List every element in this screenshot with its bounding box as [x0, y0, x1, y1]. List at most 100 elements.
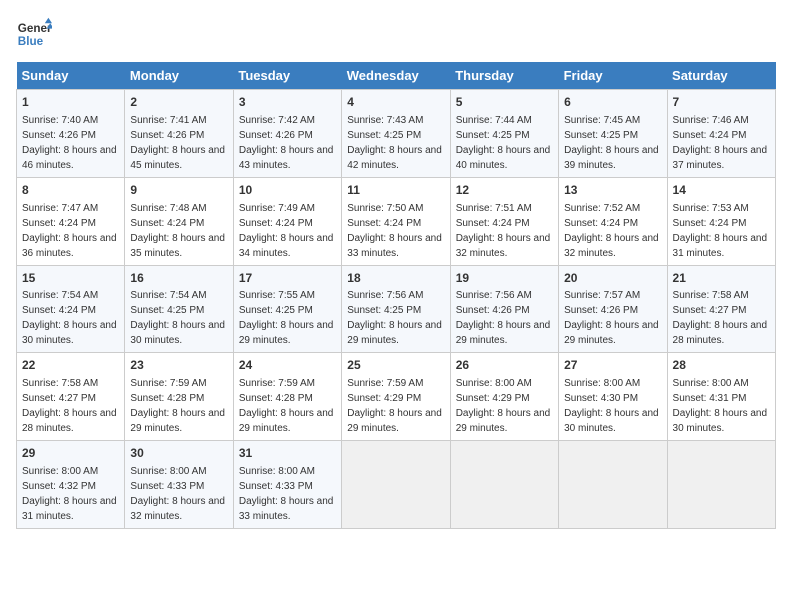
header-friday: Friday: [559, 62, 667, 90]
calendar-table: SundayMondayTuesdayWednesdayThursdayFrid…: [16, 62, 776, 529]
day-info: Sunrise: 8:00 AMSunset: 4:31 PMDaylight:…: [673, 378, 768, 434]
day-cell: 25 Sunrise: 7:59 AMSunset: 4:29 PMDaylig…: [342, 353, 450, 441]
day-info: Sunrise: 7:59 AMSunset: 4:28 PMDaylight:…: [130, 378, 225, 434]
day-info: Sunrise: 8:00 AMSunset: 4:30 PMDaylight:…: [564, 378, 659, 434]
day-number: 1: [22, 94, 119, 111]
day-cell: 22 Sunrise: 7:58 AMSunset: 4:27 PMDaylig…: [17, 353, 125, 441]
day-cell: 9 Sunrise: 7:48 AMSunset: 4:24 PMDayligh…: [125, 177, 233, 265]
day-cell: 8 Sunrise: 7:47 AMSunset: 4:24 PMDayligh…: [17, 177, 125, 265]
day-info: Sunrise: 7:57 AMSunset: 4:26 PMDaylight:…: [564, 290, 659, 346]
day-number: 28: [673, 357, 770, 374]
day-number: 14: [673, 182, 770, 199]
day-info: Sunrise: 7:42 AMSunset: 4:26 PMDaylight:…: [239, 115, 334, 171]
day-info: Sunrise: 8:00 AMSunset: 4:33 PMDaylight:…: [239, 466, 334, 522]
day-number: 29: [22, 445, 119, 462]
day-info: Sunrise: 7:45 AMSunset: 4:25 PMDaylight:…: [564, 115, 659, 171]
day-cell: 29 Sunrise: 8:00 AMSunset: 4:32 PMDaylig…: [17, 441, 125, 529]
day-cell: 17 Sunrise: 7:55 AMSunset: 4:25 PMDaylig…: [233, 265, 341, 353]
day-info: Sunrise: 7:56 AMSunset: 4:26 PMDaylight:…: [456, 290, 551, 346]
day-info: Sunrise: 7:59 AMSunset: 4:28 PMDaylight:…: [239, 378, 334, 434]
day-info: Sunrise: 8:00 AMSunset: 4:29 PMDaylight:…: [456, 378, 551, 434]
day-number: 2: [130, 94, 227, 111]
svg-text:Blue: Blue: [18, 35, 44, 48]
day-cell: 4 Sunrise: 7:43 AMSunset: 4:25 PMDayligh…: [342, 90, 450, 178]
day-cell: 2 Sunrise: 7:41 AMSunset: 4:26 PMDayligh…: [125, 90, 233, 178]
day-info: Sunrise: 7:56 AMSunset: 4:25 PMDaylight:…: [347, 290, 442, 346]
day-number: 22: [22, 357, 119, 374]
header-wednesday: Wednesday: [342, 62, 450, 90]
day-number: 13: [564, 182, 661, 199]
day-cell: 16 Sunrise: 7:54 AMSunset: 4:25 PMDaylig…: [125, 265, 233, 353]
day-info: Sunrise: 7:50 AMSunset: 4:24 PMDaylight:…: [347, 203, 442, 259]
week-row-4: 22 Sunrise: 7:58 AMSunset: 4:27 PMDaylig…: [17, 353, 776, 441]
day-info: Sunrise: 8:00 AMSunset: 4:32 PMDaylight:…: [22, 466, 117, 522]
day-number: 30: [130, 445, 227, 462]
day-info: Sunrise: 7:58 AMSunset: 4:27 PMDaylight:…: [673, 290, 768, 346]
day-number: 20: [564, 270, 661, 287]
day-cell: 11 Sunrise: 7:50 AMSunset: 4:24 PMDaylig…: [342, 177, 450, 265]
day-cell: 19 Sunrise: 7:56 AMSunset: 4:26 PMDaylig…: [450, 265, 558, 353]
day-cell: 26 Sunrise: 8:00 AMSunset: 4:29 PMDaylig…: [450, 353, 558, 441]
day-number: 16: [130, 270, 227, 287]
week-row-5: 29 Sunrise: 8:00 AMSunset: 4:32 PMDaylig…: [17, 441, 776, 529]
day-number: 3: [239, 94, 336, 111]
day-cell: 3 Sunrise: 7:42 AMSunset: 4:26 PMDayligh…: [233, 90, 341, 178]
day-cell: 10 Sunrise: 7:49 AMSunset: 4:24 PMDaylig…: [233, 177, 341, 265]
day-cell: 5 Sunrise: 7:44 AMSunset: 4:25 PMDayligh…: [450, 90, 558, 178]
day-info: Sunrise: 7:48 AMSunset: 4:24 PMDaylight:…: [130, 203, 225, 259]
day-number: 11: [347, 182, 444, 199]
day-number: 21: [673, 270, 770, 287]
day-number: 24: [239, 357, 336, 374]
day-info: Sunrise: 7:40 AMSunset: 4:26 PMDaylight:…: [22, 115, 117, 171]
day-number: 6: [564, 94, 661, 111]
day-cell: 1 Sunrise: 7:40 AMSunset: 4:26 PMDayligh…: [17, 90, 125, 178]
day-cell: 23 Sunrise: 7:59 AMSunset: 4:28 PMDaylig…: [125, 353, 233, 441]
day-info: Sunrise: 7:47 AMSunset: 4:24 PMDaylight:…: [22, 203, 117, 259]
calendar-header-row: SundayMondayTuesdayWednesdayThursdayFrid…: [17, 62, 776, 90]
day-number: 25: [347, 357, 444, 374]
day-number: 8: [22, 182, 119, 199]
day-info: Sunrise: 7:54 AMSunset: 4:24 PMDaylight:…: [22, 290, 117, 346]
day-number: 26: [456, 357, 553, 374]
day-number: 17: [239, 270, 336, 287]
day-info: Sunrise: 7:46 AMSunset: 4:24 PMDaylight:…: [673, 115, 768, 171]
day-cell: [559, 441, 667, 529]
day-info: Sunrise: 7:53 AMSunset: 4:24 PMDaylight:…: [673, 203, 768, 259]
week-row-1: 1 Sunrise: 7:40 AMSunset: 4:26 PMDayligh…: [17, 90, 776, 178]
day-number: 9: [130, 182, 227, 199]
day-info: Sunrise: 7:41 AMSunset: 4:26 PMDaylight:…: [130, 115, 225, 171]
header: General Blue: [16, 16, 776, 52]
day-number: 4: [347, 94, 444, 111]
day-info: Sunrise: 7:58 AMSunset: 4:27 PMDaylight:…: [22, 378, 117, 434]
day-number: 27: [564, 357, 661, 374]
day-cell: 13 Sunrise: 7:52 AMSunset: 4:24 PMDaylig…: [559, 177, 667, 265]
header-sunday: Sunday: [17, 62, 125, 90]
day-cell: 15 Sunrise: 7:54 AMSunset: 4:24 PMDaylig…: [17, 265, 125, 353]
day-cell: 6 Sunrise: 7:45 AMSunset: 4:25 PMDayligh…: [559, 90, 667, 178]
header-monday: Monday: [125, 62, 233, 90]
day-cell: 31 Sunrise: 8:00 AMSunset: 4:33 PMDaylig…: [233, 441, 341, 529]
day-cell: 12 Sunrise: 7:51 AMSunset: 4:24 PMDaylig…: [450, 177, 558, 265]
svg-text:General: General: [18, 22, 52, 35]
day-number: 19: [456, 270, 553, 287]
day-cell: [342, 441, 450, 529]
day-number: 31: [239, 445, 336, 462]
day-number: 5: [456, 94, 553, 111]
day-info: Sunrise: 7:49 AMSunset: 4:24 PMDaylight:…: [239, 203, 334, 259]
day-info: Sunrise: 7:59 AMSunset: 4:29 PMDaylight:…: [347, 378, 442, 434]
day-cell: 14 Sunrise: 7:53 AMSunset: 4:24 PMDaylig…: [667, 177, 775, 265]
week-row-3: 15 Sunrise: 7:54 AMSunset: 4:24 PMDaylig…: [17, 265, 776, 353]
day-cell: 21 Sunrise: 7:58 AMSunset: 4:27 PMDaylig…: [667, 265, 775, 353]
day-cell: 28 Sunrise: 8:00 AMSunset: 4:31 PMDaylig…: [667, 353, 775, 441]
day-cell: [667, 441, 775, 529]
day-number: 23: [130, 357, 227, 374]
day-number: 18: [347, 270, 444, 287]
day-info: Sunrise: 7:55 AMSunset: 4:25 PMDaylight:…: [239, 290, 334, 346]
day-cell: [450, 441, 558, 529]
day-cell: 7 Sunrise: 7:46 AMSunset: 4:24 PMDayligh…: [667, 90, 775, 178]
day-info: Sunrise: 7:43 AMSunset: 4:25 PMDaylight:…: [347, 115, 442, 171]
day-number: 15: [22, 270, 119, 287]
day-info: Sunrise: 7:52 AMSunset: 4:24 PMDaylight:…: [564, 203, 659, 259]
day-info: Sunrise: 8:00 AMSunset: 4:33 PMDaylight:…: [130, 466, 225, 522]
day-cell: 20 Sunrise: 7:57 AMSunset: 4:26 PMDaylig…: [559, 265, 667, 353]
